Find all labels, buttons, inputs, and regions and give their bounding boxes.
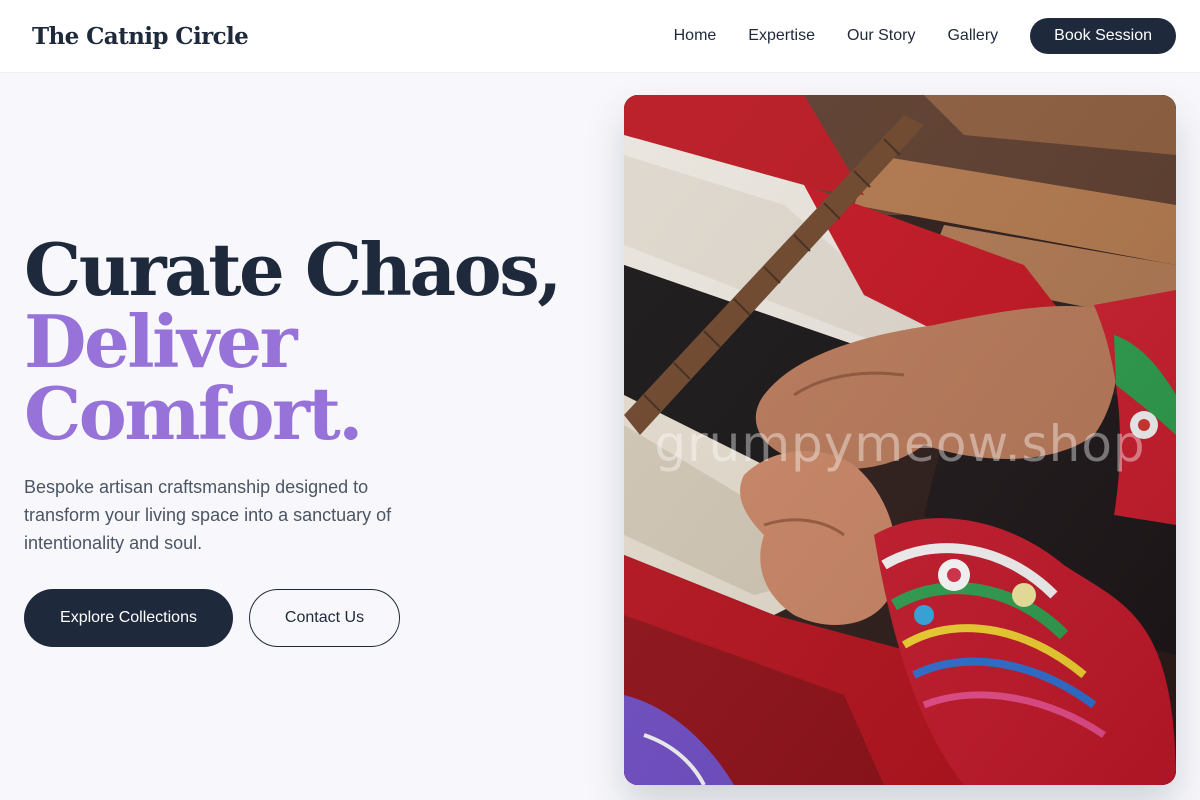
hero-title: Curate Chaos, Deliver Comfort. — [24, 234, 584, 450]
hero-title-line-2: Deliver — [24, 299, 298, 384]
hero-image-weaving: grumpymeow.shop — [624, 95, 1176, 785]
nav-link-home[interactable]: Home — [674, 27, 717, 45]
nav-link-expertise[interactable]: Expertise — [748, 27, 815, 45]
hero-description: Bespoke artisan craftsmanship designed t… — [24, 477, 392, 553]
book-session-button[interactable]: Book Session — [1030, 18, 1176, 54]
nav-link-our-story[interactable]: Our Story — [847, 27, 915, 45]
hero-title-line-3: Comfort. — [24, 371, 363, 456]
main-nav: Home Expertise Our Story Gallery Book Se… — [674, 18, 1176, 54]
hero-title-line-1: Curate Chaos, — [24, 227, 562, 312]
contact-us-button[interactable]: Contact Us — [249, 589, 400, 647]
nav-link-gallery[interactable]: Gallery — [947, 27, 998, 45]
image-watermark: grumpymeow.shop — [654, 415, 1146, 473]
explore-collections-button[interactable]: Explore Collections — [24, 589, 233, 647]
site-header: The Catnip Circle Home Expertise Our Sto… — [0, 0, 1200, 73]
brand-logo[interactable]: The Catnip Circle — [32, 23, 249, 50]
